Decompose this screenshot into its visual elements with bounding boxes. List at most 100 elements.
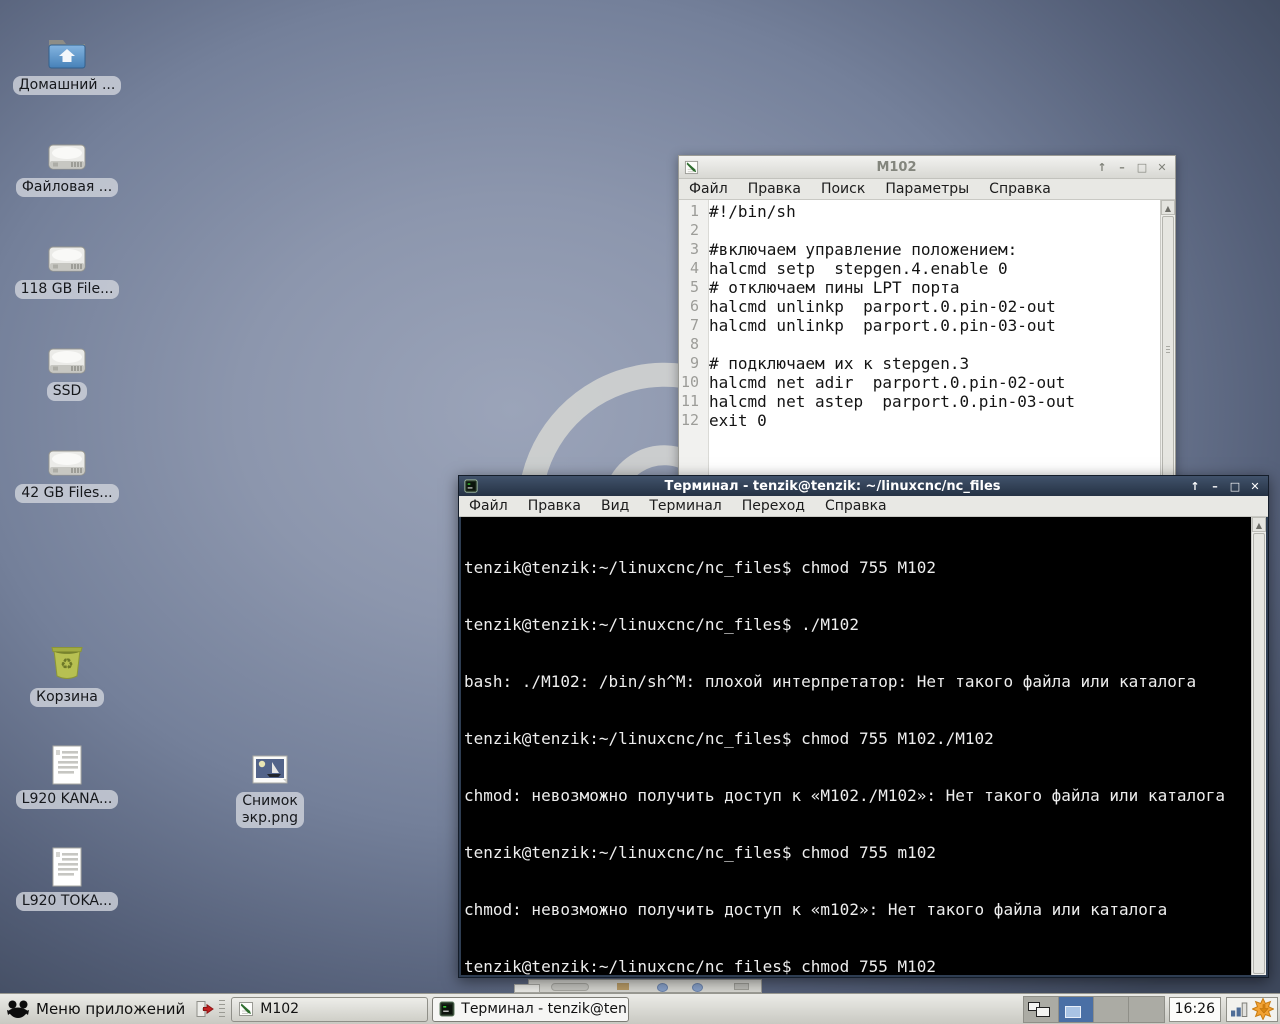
- desktop-icon-118gb[interactable]: 118 GB File...: [12, 230, 122, 299]
- code-line: 9 # подключаем их к stepgen.3: [689, 354, 970, 373]
- desktop-icon-label: SSD: [46, 382, 88, 401]
- taskbar-button-label: M102: [260, 1001, 300, 1017]
- code-line: 12 exit 0: [680, 411, 767, 430]
- menu-view[interactable]: Вид: [591, 496, 639, 516]
- terminal-line: tenzik@tenzik:~/linuxcnc/nc_files$ ./M10…: [464, 615, 859, 634]
- menu-search[interactable]: Поиск: [811, 179, 875, 199]
- code-line: 3 #включаем управление положением:: [689, 240, 1018, 259]
- code-line: 6 halcmd unlinkp parport.0.pin-02-out: [689, 297, 1056, 316]
- terminal-screen[interactable]: tenzik@tenzik:~/linuxcnc/nc_files$ chmod…: [461, 517, 1251, 975]
- desktop-icon-label: 118 GB File...: [14, 280, 120, 299]
- desktop-icon-home[interactable]: Домашний ...: [12, 26, 122, 95]
- desktop-icon-42gb[interactable]: 42 GB Files...: [12, 434, 122, 503]
- desktop-icon-label: L920 TOKA...: [15, 892, 119, 911]
- clock-time: 16:26: [1174, 1001, 1215, 1017]
- close-button[interactable]: ✕: [1155, 161, 1169, 174]
- logout-icon: [196, 1001, 215, 1017]
- svg-text:♻: ♻: [60, 655, 73, 673]
- code-line: 11 halcmd net astep parport.0.pin-03-out: [680, 392, 1076, 411]
- terminal-app-icon: [459, 479, 483, 493]
- image-icon: [215, 742, 325, 788]
- close-button[interactable]: ✕: [1248, 480, 1262, 493]
- desktop-icon-label: L920 KANA...: [15, 790, 119, 809]
- maximize-button[interactable]: □: [1135, 161, 1149, 174]
- terminal-window-title: Терминал - tenzik@tenzik: ~/linuxcnc/nc_…: [664, 478, 1001, 494]
- shade-button[interactable]: ↑: [1095, 161, 1109, 174]
- home-folder-icon: [12, 26, 122, 72]
- workspace-4[interactable]: [1128, 996, 1164, 1022]
- applications-menu-label: Меню приложений: [36, 1000, 186, 1018]
- scrollbar-thumb[interactable]: [1162, 216, 1174, 483]
- workspace-3[interactable]: [1093, 996, 1129, 1022]
- menu-options[interactable]: Параметры: [875, 179, 979, 199]
- code-line: 4 halcmd setp stepgen.4.enable 0: [689, 259, 1008, 278]
- terminal-line: tenzik@tenzik:~/linuxcnc/nc_files$ chmod…: [464, 558, 937, 577]
- desktop-icon-trash[interactable]: ♻ Корзина: [12, 638, 122, 707]
- terminal-titlebar[interactable]: Терминал - tenzik@tenzik: ~/linuxcnc/nc_…: [459, 476, 1268, 496]
- logout-button[interactable]: [191, 996, 217, 1022]
- drive-icon: [12, 434, 122, 480]
- terminal-scrollbar[interactable]: ▲: [1251, 517, 1266, 975]
- code-line: 8: [689, 335, 699, 353]
- editor-scrollbar[interactable]: ▲: [1160, 200, 1175, 484]
- mousepad-app-icon: [238, 1001, 254, 1017]
- terminal-app-icon: [439, 1001, 455, 1017]
- scrollbar-thumb[interactable]: [1253, 533, 1265, 974]
- desktop-icon-ssd[interactable]: SSD: [12, 332, 122, 401]
- menu-go[interactable]: Переход: [732, 496, 815, 516]
- code-line: 1 #!/bin/sh: [689, 202, 796, 221]
- taskbar-button-terminal[interactable]: Терминал - tenzik@ten...: [432, 996, 630, 1022]
- minimize-button[interactable]: –: [1115, 161, 1129, 174]
- panel-grip[interactable]: [219, 1000, 226, 1018]
- menu-edit[interactable]: Правка: [738, 179, 811, 199]
- terminal-line: chmod: невозможно получить доступ к «m10…: [464, 900, 1168, 919]
- shade-button[interactable]: ↑: [1188, 480, 1202, 493]
- menu-terminal[interactable]: Терминал: [639, 496, 731, 516]
- terminal-line: bash: ./M102: /bin/sh^M: плохой интерпре…: [464, 672, 1197, 691]
- code-line: 7 halcmd unlinkp parport.0.pin-03-out: [689, 316, 1056, 335]
- code-line: 10 halcmd net adir parport.0.pin-02-out: [680, 373, 1066, 392]
- drive-icon: [12, 230, 122, 276]
- editor-menubar: Файл Правка Поиск Параметры Справка: [679, 179, 1175, 200]
- maximize-button[interactable]: □: [1228, 480, 1242, 493]
- document-icon: [12, 740, 122, 786]
- desktop-icon-l920-kana[interactable]: L920 KANA...: [12, 740, 122, 809]
- desktop-icon-label: Снимок экр.png: [235, 792, 305, 828]
- menu-help[interactable]: Справка: [979, 179, 1061, 199]
- desktop-icon-label: 42 GB Files...: [15, 484, 119, 503]
- taskbar-button-editor[interactable]: M102: [231, 996, 429, 1022]
- drive-icon: [12, 332, 122, 378]
- workspace-switcher: [1022, 995, 1165, 1023]
- terminal-line: tenzik@tenzik:~/linuxcnc/nc_files$ chmod…: [464, 843, 937, 862]
- menu-file[interactable]: Файл: [459, 496, 518, 516]
- desktop-icon-filesystem[interactable]: Файловая ...: [12, 128, 122, 197]
- scroll-up-icon[interactable]: ▲: [1161, 200, 1175, 215]
- desktop-icon-label: Корзина: [30, 688, 104, 707]
- drive-icon: [12, 128, 122, 174]
- code-line: 5 # отключаем пины LPT порта: [689, 278, 960, 297]
- menu-help[interactable]: Справка: [815, 496, 897, 516]
- clock[interactable]: 16:26: [1168, 996, 1221, 1022]
- trash-icon: ♻: [12, 638, 122, 684]
- terminal-menubar: Файл Правка Вид Терминал Переход Справка: [459, 496, 1268, 517]
- background-window-sliver: [528, 979, 762, 993]
- menu-file[interactable]: Файл: [679, 179, 738, 199]
- monitor-bars-icon[interactable]: [1230, 1000, 1249, 1018]
- menu-edit[interactable]: Правка: [518, 496, 591, 516]
- taskbar-button-label: Терминал - tenzik@ten...: [461, 1001, 630, 1017]
- desktop-icon-screenshot[interactable]: Снимок экр.png: [215, 742, 325, 828]
- mousepad-app-icon: [679, 160, 704, 175]
- editor-titlebar[interactable]: M102 ↑ – □ ✕: [679, 156, 1175, 179]
- workspace-2-active[interactable]: [1058, 996, 1094, 1022]
- system-tray: [1226, 996, 1278, 1022]
- editor-text-area[interactable]: 1 #!/bin/sh 2 3 #включаем управление полож…: [679, 200, 1160, 484]
- terminal-line: chmod: невозможно получить доступ к «M10…: [464, 786, 1225, 805]
- desktop-icon-l920-toka[interactable]: L920 TOKA...: [12, 842, 122, 911]
- workspace-1[interactable]: [1023, 996, 1059, 1022]
- scroll-up-icon[interactable]: ▲: [1252, 517, 1266, 532]
- update-notifier-icon[interactable]: [1252, 998, 1274, 1020]
- editor-window: M102 ↑ – □ ✕ Файл Правка Поиск Параметры…: [678, 155, 1176, 485]
- taskbar: Меню приложений M102 Терминал - tenzik@t…: [0, 993, 1280, 1024]
- minimize-button[interactable]: –: [1208, 480, 1222, 493]
- applications-menu-button[interactable]: Меню приложений: [0, 994, 191, 1024]
